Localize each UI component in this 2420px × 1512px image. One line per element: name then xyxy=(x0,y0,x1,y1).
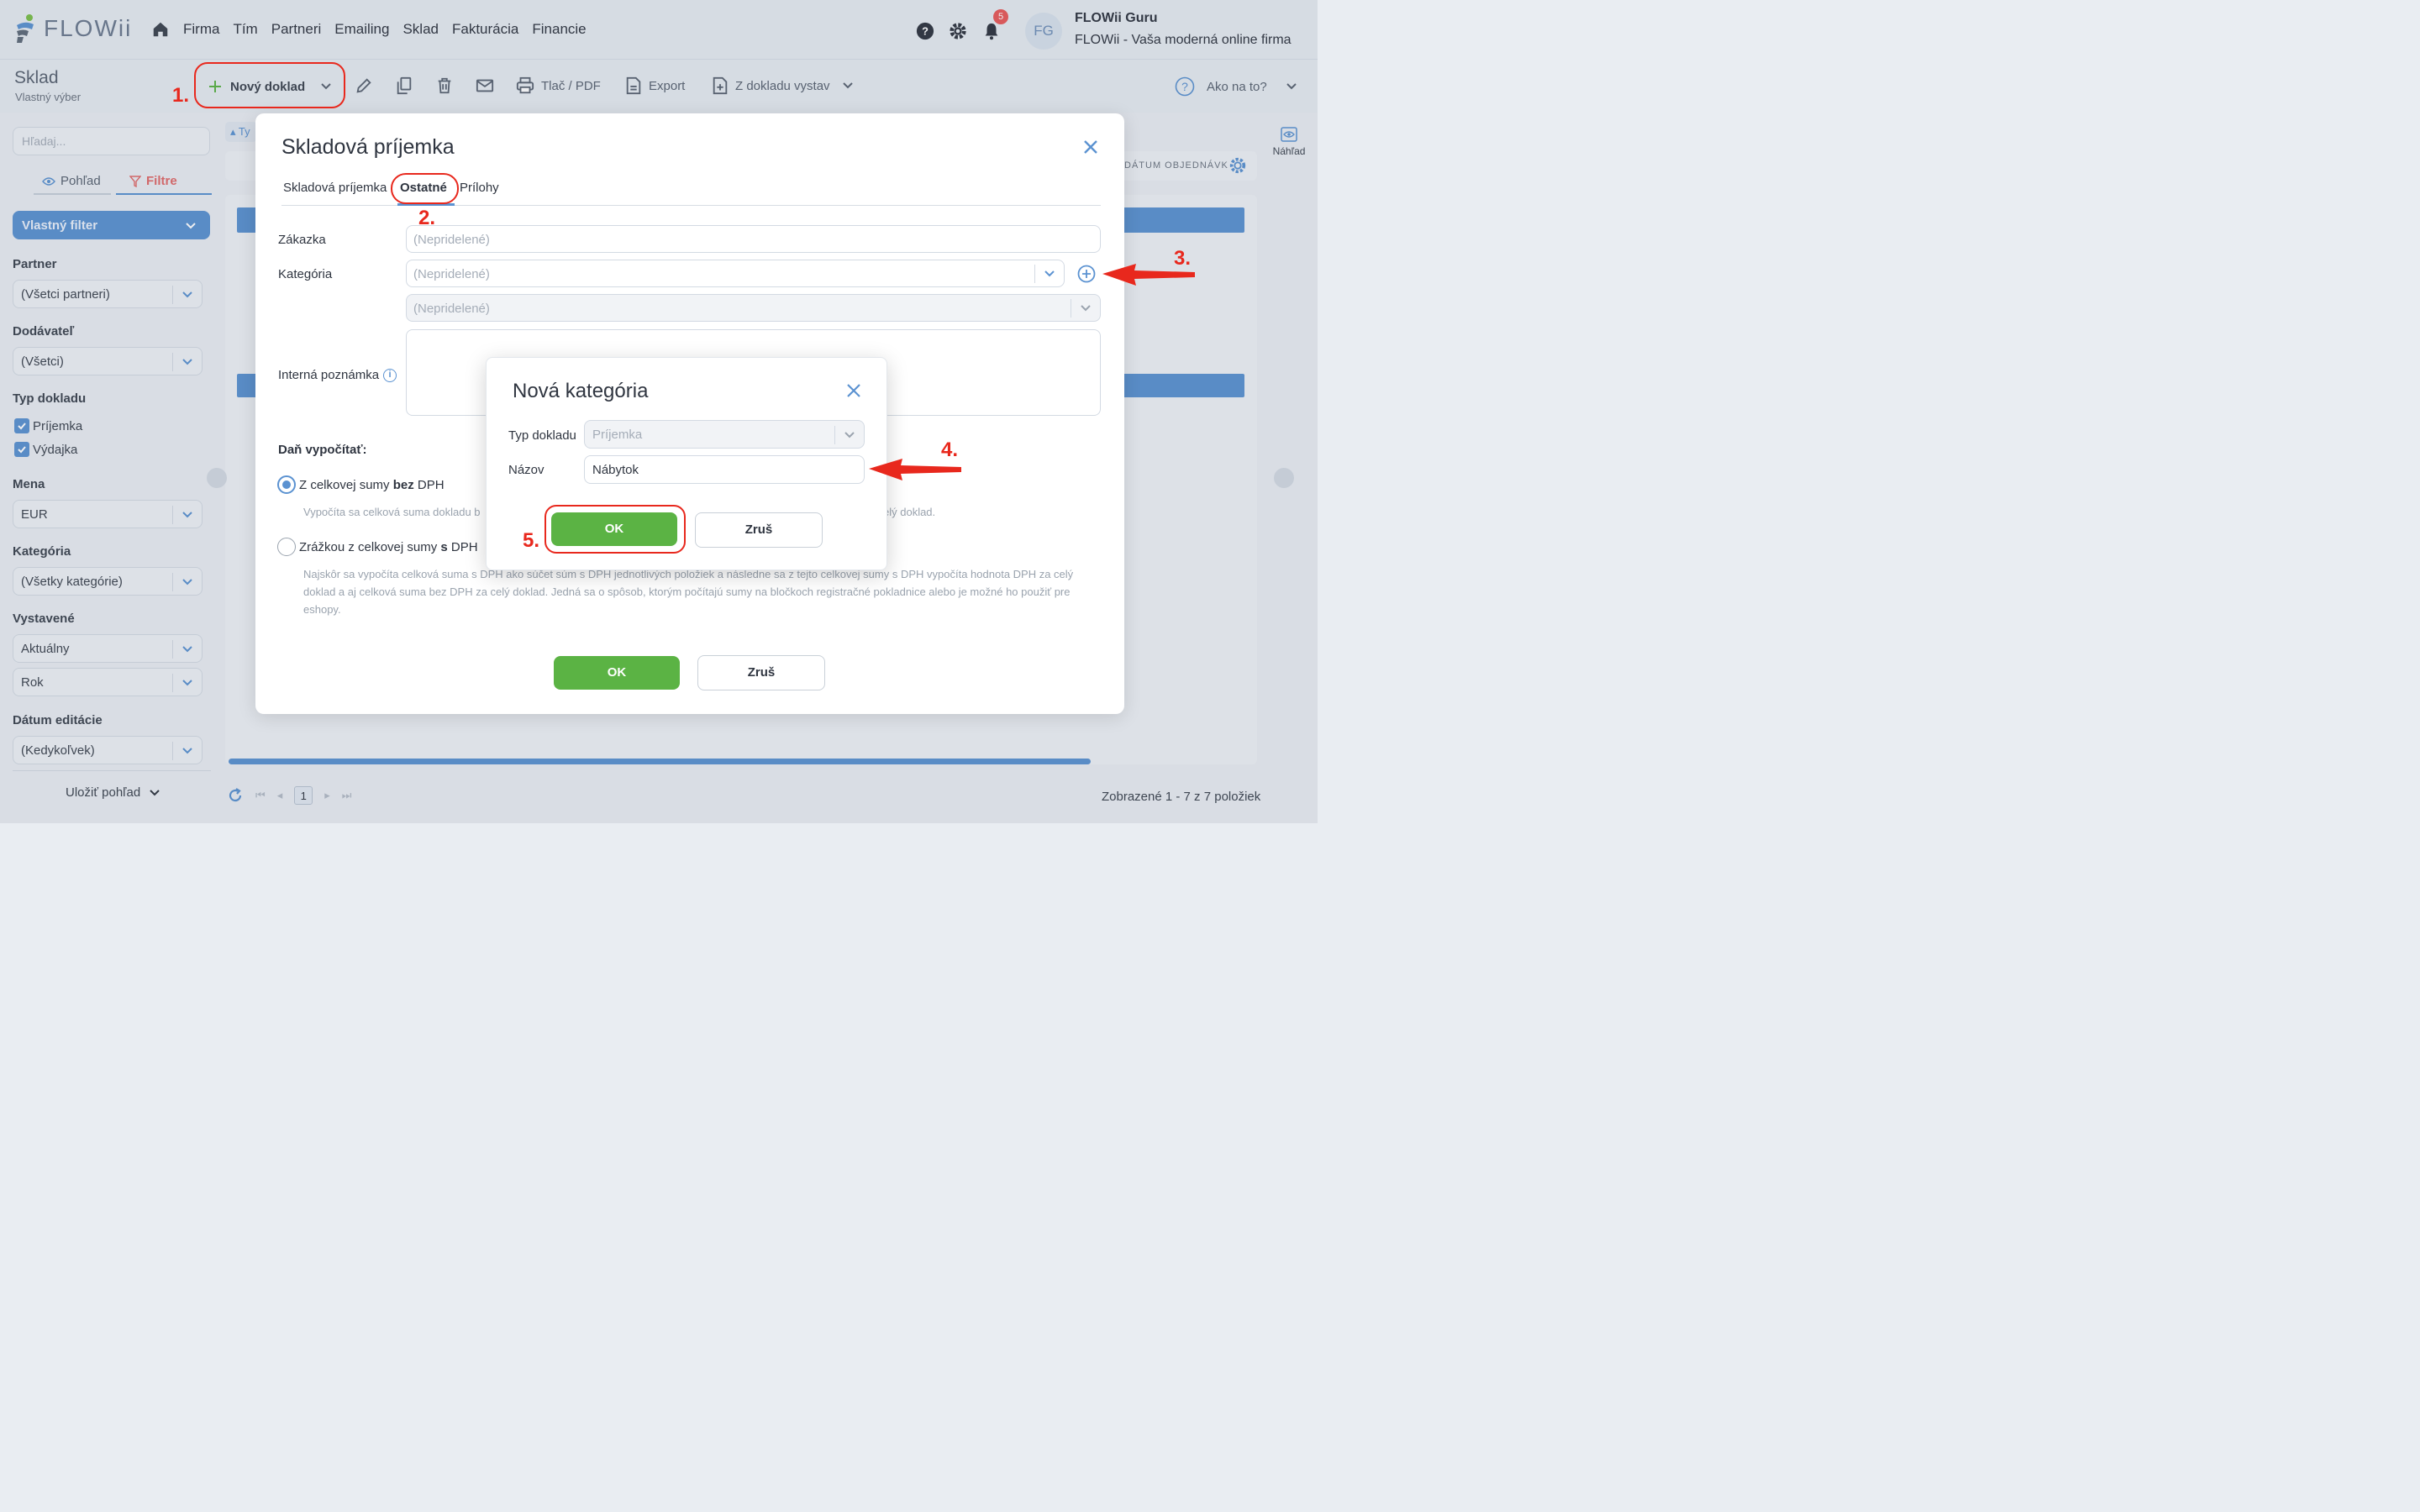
category-value: (Nepridelené) xyxy=(413,267,490,281)
chevron-down-icon xyxy=(1044,270,1055,277)
name-label: Názov xyxy=(508,463,544,477)
tax-with-vat-hint: Najskôr sa vypočíta celková suma s DPH a… xyxy=(303,568,1074,616)
category-name-input[interactable]: Nábytok xyxy=(584,455,865,484)
annotation-highlight xyxy=(194,62,345,108)
doc-type-select[interactable]: Príjemka xyxy=(584,420,865,449)
ok-button[interactable]: OK xyxy=(554,656,680,690)
close-icon[interactable] xyxy=(846,383,861,398)
tax-without-vat-label: Z celkovej sumy bez DPH xyxy=(299,478,445,492)
annotation-highlight xyxy=(391,173,459,204)
add-category-icon[interactable] xyxy=(1077,265,1096,283)
annotation-step-4: 4. xyxy=(941,438,959,461)
cancel-button[interactable]: Zruš xyxy=(697,655,825,690)
internal-note-label: Interná poznámka xyxy=(278,368,380,382)
annotation-step-2: 2. xyxy=(418,207,436,229)
annotation-highlight xyxy=(544,505,686,554)
tax-with-vat-radio[interactable] xyxy=(277,538,296,556)
cancel-button[interactable]: Zruš xyxy=(695,512,823,548)
category-label: Kategória xyxy=(278,267,333,281)
close-icon[interactable] xyxy=(1082,139,1099,155)
subcategory-select[interactable]: (Nepridelené) xyxy=(406,294,1101,322)
category-select[interactable]: (Nepridelené) xyxy=(406,260,1065,287)
subcategory-value: (Nepridelené) xyxy=(413,302,490,316)
doc-type-value: Príjemka xyxy=(592,428,643,442)
tax-with-vat-label: Zrážkou z celkovej sumy s DPH xyxy=(299,540,478,554)
tab-receipt[interactable]: Skladová príjemka xyxy=(283,181,387,195)
annotation-step-1: 1. xyxy=(172,84,190,107)
dialog-title: Nová kategória xyxy=(513,380,649,402)
dialog-title: Skladová príjemka xyxy=(281,135,455,159)
tab-attachments[interactable]: Prílohy xyxy=(460,181,499,195)
order-label: Zákazka xyxy=(278,233,326,247)
tax-calc-heading: Daň vypočítať: xyxy=(278,443,367,457)
annotation-step-5: 5. xyxy=(523,529,540,552)
order-select[interactable]: (Nepridelené) xyxy=(406,225,1101,253)
chevron-down-icon xyxy=(844,432,855,438)
tax-without-vat-radio[interactable] xyxy=(277,475,296,494)
chevron-down-icon xyxy=(1081,305,1091,312)
doc-type-label: Typ dokladu xyxy=(508,428,576,443)
annotation-step-3: 3. xyxy=(1174,247,1192,270)
info-icon[interactable]: i xyxy=(383,369,397,382)
